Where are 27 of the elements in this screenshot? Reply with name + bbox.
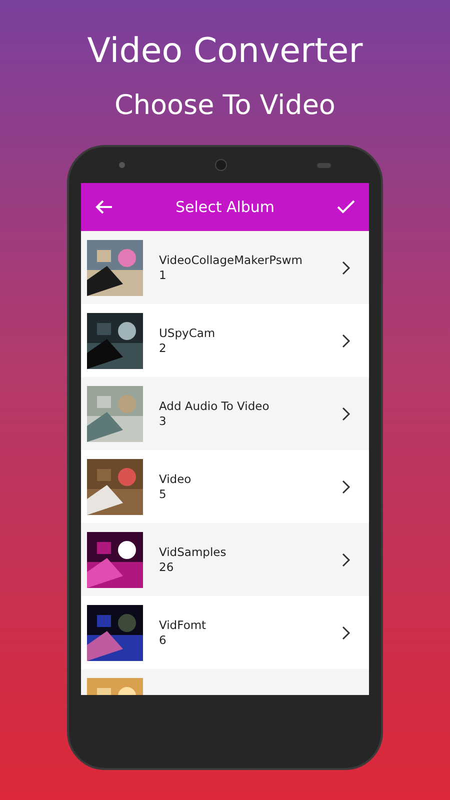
- album-count: 5: [159, 486, 168, 502]
- album-name: Video: [159, 472, 192, 486]
- album-name: VidFomt: [159, 618, 208, 632]
- album-name: VideoCollageMakerPswm: [159, 252, 304, 268]
- camera-icon: [119, 162, 125, 168]
- album-name: Add Audio To Video: [159, 398, 270, 414]
- chevron-right-icon: [341, 478, 351, 494]
- chevron-right-icon: [341, 332, 351, 348]
- album-row[interactable]: VidSamples 26: [81, 523, 369, 596]
- album-count: 6: [159, 632, 168, 648]
- chevron-right-icon: [341, 624, 351, 640]
- album-count: 26: [159, 560, 175, 574]
- album-name: VidSamples: [159, 544, 228, 560]
- chevron-right-icon: [341, 260, 351, 276]
- album-count: 2: [159, 340, 168, 356]
- album-row[interactable]: Add Audio To Video 3: [81, 377, 369, 450]
- chevron-right-icon: [341, 406, 351, 422]
- album-name: USpyCam: [159, 326, 216, 340]
- speaker-grille: [215, 159, 227, 171]
- headline: Video Converter: [87, 34, 363, 68]
- chevron-right-icon: [341, 552, 351, 568]
- album-count: 3: [159, 414, 168, 428]
- app-bar-title: Select Album: [175, 196, 275, 218]
- sensor-icon: [317, 162, 331, 168]
- subheadline: Choose To Video: [114, 92, 336, 119]
- album-row[interactable]: VideoCollageMakerPswm 1: [81, 231, 369, 304]
- album-count: 1: [159, 268, 168, 282]
